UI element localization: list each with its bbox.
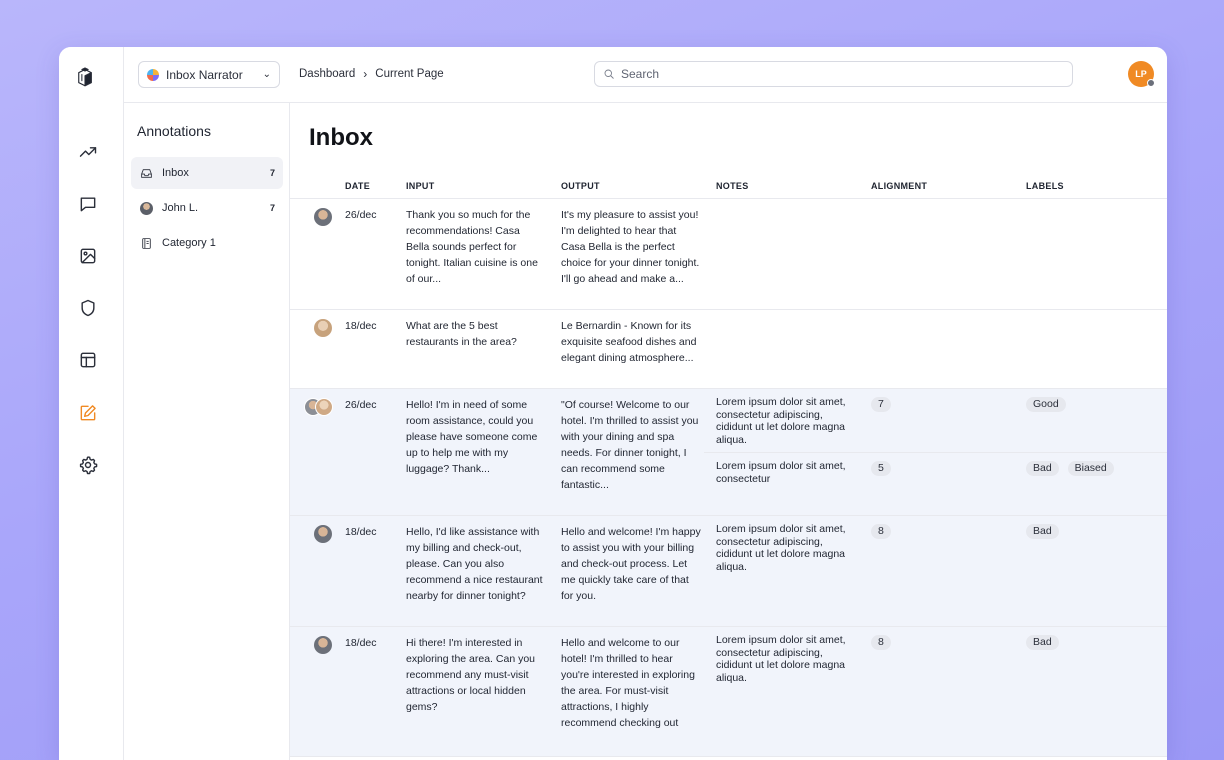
row-input: Hi there! I'm interested in exploring th…	[406, 637, 535, 713]
row-output: It's my pleasure to assist you! I'm deli…	[561, 209, 700, 285]
status-indicator	[1147, 79, 1155, 87]
table-row[interactable]: 18/dec Hello, I'd like assistance with m…	[290, 516, 1167, 627]
chevron-down-icon: ⌄	[262, 69, 271, 80]
breadcrumb-current-page[interactable]: Current Page	[375, 68, 443, 80]
sidebar-item-label: Inbox	[162, 167, 189, 179]
row-date: 18/dec	[345, 526, 377, 538]
avatar	[314, 636, 332, 654]
label-badge: Biased	[1067, 461, 1114, 476]
label-badge: Bad	[1026, 461, 1059, 476]
alignment-badge: 7	[871, 397, 891, 412]
john-avatar-icon	[139, 201, 153, 215]
image-icon[interactable]	[77, 245, 99, 267]
table-row[interactable]: 18/dec Hi there! I'm interested in explo…	[290, 627, 1167, 757]
row-date: 18/dec	[345, 637, 377, 649]
sidebar-item-label: John L.	[162, 202, 199, 214]
main-content: Inbox DATE INPUT OUTPUT NOTES ALIGNMENT …	[290, 103, 1167, 760]
avatar	[315, 398, 333, 416]
annotation-entry[interactable]: Lorem ipsum dolor sit amet, consectetur …	[704, 627, 1167, 757]
row-output: Hello and welcome! I'm happy to assist y…	[561, 526, 701, 602]
user-avatar[interactable]: LP	[1128, 61, 1155, 87]
row-input: Hello! I'm in need of some room assistan…	[406, 399, 538, 475]
sidebar-item-label: Category 1	[162, 237, 216, 249]
page-title: Inbox	[309, 124, 373, 151]
alignment-badge: 8	[871, 635, 891, 650]
notebook-icon	[139, 236, 153, 250]
row-input: Thank you so much for the recommendation…	[406, 209, 538, 285]
row-input: What are the 5 best restaurants in the a…	[406, 320, 517, 348]
annotation-note: Lorem ipsum dolor sit amet, consectetur …	[716, 396, 846, 446]
avatar	[314, 319, 332, 337]
column-header-date[interactable]: DATE	[345, 181, 370, 191]
annotation-note: Lorem ipsum dolor sit amet, consectetur	[716, 460, 846, 485]
gear-icon[interactable]	[77, 454, 99, 476]
row-output: Hello and welcome to our hotel! I'm thri…	[561, 637, 695, 729]
label-badge: Bad	[1026, 635, 1059, 650]
row-output: "Of course! Welcome to our hotel. I'm th…	[561, 399, 699, 491]
trending-up-icon[interactable]	[77, 141, 99, 163]
annotation-entry[interactable]: Lorem ipsum dolor sit amet, consectetur …	[704, 389, 1167, 453]
breadcrumb-dashboard[interactable]: Dashboard	[299, 68, 355, 80]
app-logo[interactable]	[75, 67, 101, 99]
row-date: 18/dec	[345, 320, 377, 332]
annotation-note: Lorem ipsum dolor sit amet, consectetur …	[716, 634, 846, 684]
column-header-notes[interactable]: NOTES	[716, 181, 749, 191]
annotation-entry[interactable]: Lorem ipsum dolor sit amet, consectetur …	[704, 453, 1167, 516]
project-select[interactable]: Inbox Narrator ⌄	[138, 61, 280, 88]
column-header-alignment[interactable]: ALIGNMENT	[871, 181, 927, 191]
column-header-labels[interactable]: LABELS	[1026, 181, 1064, 191]
user-initials: LP	[1135, 69, 1147, 79]
breadcrumb-separator: ›	[363, 67, 368, 81]
chat-icon[interactable]	[77, 193, 99, 215]
layout-icon[interactable]	[77, 349, 99, 371]
search-icon	[604, 69, 614, 79]
item-count: 7	[269, 203, 275, 213]
avatar	[314, 525, 332, 543]
annotation-entry[interactable]: Lorem ipsum dolor sit amet, consectetur …	[704, 516, 1167, 627]
row-date: 26/dec	[345, 209, 377, 221]
sidebar-item-inbox[interactable]: Inbox 7	[131, 157, 283, 189]
annotations-title: Annotations	[137, 123, 211, 139]
table-row[interactable]: 26/dec Thank you so much for the recomme…	[290, 199, 1167, 310]
alignment-badge: 5	[871, 461, 891, 476]
project-logo-icon	[147, 68, 159, 81]
alignment-badge: 8	[871, 524, 891, 539]
search-input[interactable]	[621, 67, 1041, 81]
row-date: 26/dec	[345, 399, 377, 411]
app-window: Inbox Narrator ⌄ Dashboard › Current Pag…	[59, 47, 1167, 760]
top-header: Inbox Narrator ⌄ Dashboard › Current Pag…	[124, 47, 1167, 103]
item-count: 7	[269, 168, 275, 178]
table-row[interactable]: 18/dec What are the 5 best restaurants i…	[290, 310, 1167, 389]
inbox-icon	[139, 166, 153, 180]
table-header: DATE INPUT OUTPUT NOTES ALIGNMENT LABELS	[290, 175, 1167, 199]
annotation-note: Lorem ipsum dolor sit amet, consectetur …	[716, 523, 846, 573]
column-header-input[interactable]: INPUT	[406, 181, 435, 191]
avatar	[314, 208, 332, 226]
label-badge: Good	[1026, 397, 1066, 412]
column-header-output[interactable]: OUTPUT	[561, 181, 600, 191]
sidebar-item-john[interactable]: John L. 7	[131, 192, 283, 224]
breadcrumb: Dashboard › Current Page	[299, 67, 444, 81]
edit-icon[interactable]	[77, 402, 99, 424]
search-bar[interactable]	[594, 61, 1073, 87]
icon-rail	[59, 47, 124, 760]
project-name: Inbox Narrator	[166, 67, 243, 82]
row-output: Le Bernardin - Known for its exquisite s…	[561, 320, 697, 364]
annotations-sidebar: Annotations Inbox 7 John L. 7 Category 1	[124, 103, 290, 760]
table-row[interactable]: 26/dec Hello! I'm in need of some room a…	[290, 389, 1167, 516]
label-badge: Bad	[1026, 524, 1059, 539]
inbox-table: DATE INPUT OUTPUT NOTES ALIGNMENT LABELS…	[290, 175, 1167, 757]
shield-icon[interactable]	[77, 297, 99, 319]
row-input: Hello, I'd like assistance with my billi…	[406, 526, 543, 602]
sidebar-item-category[interactable]: Category 1	[131, 227, 283, 259]
